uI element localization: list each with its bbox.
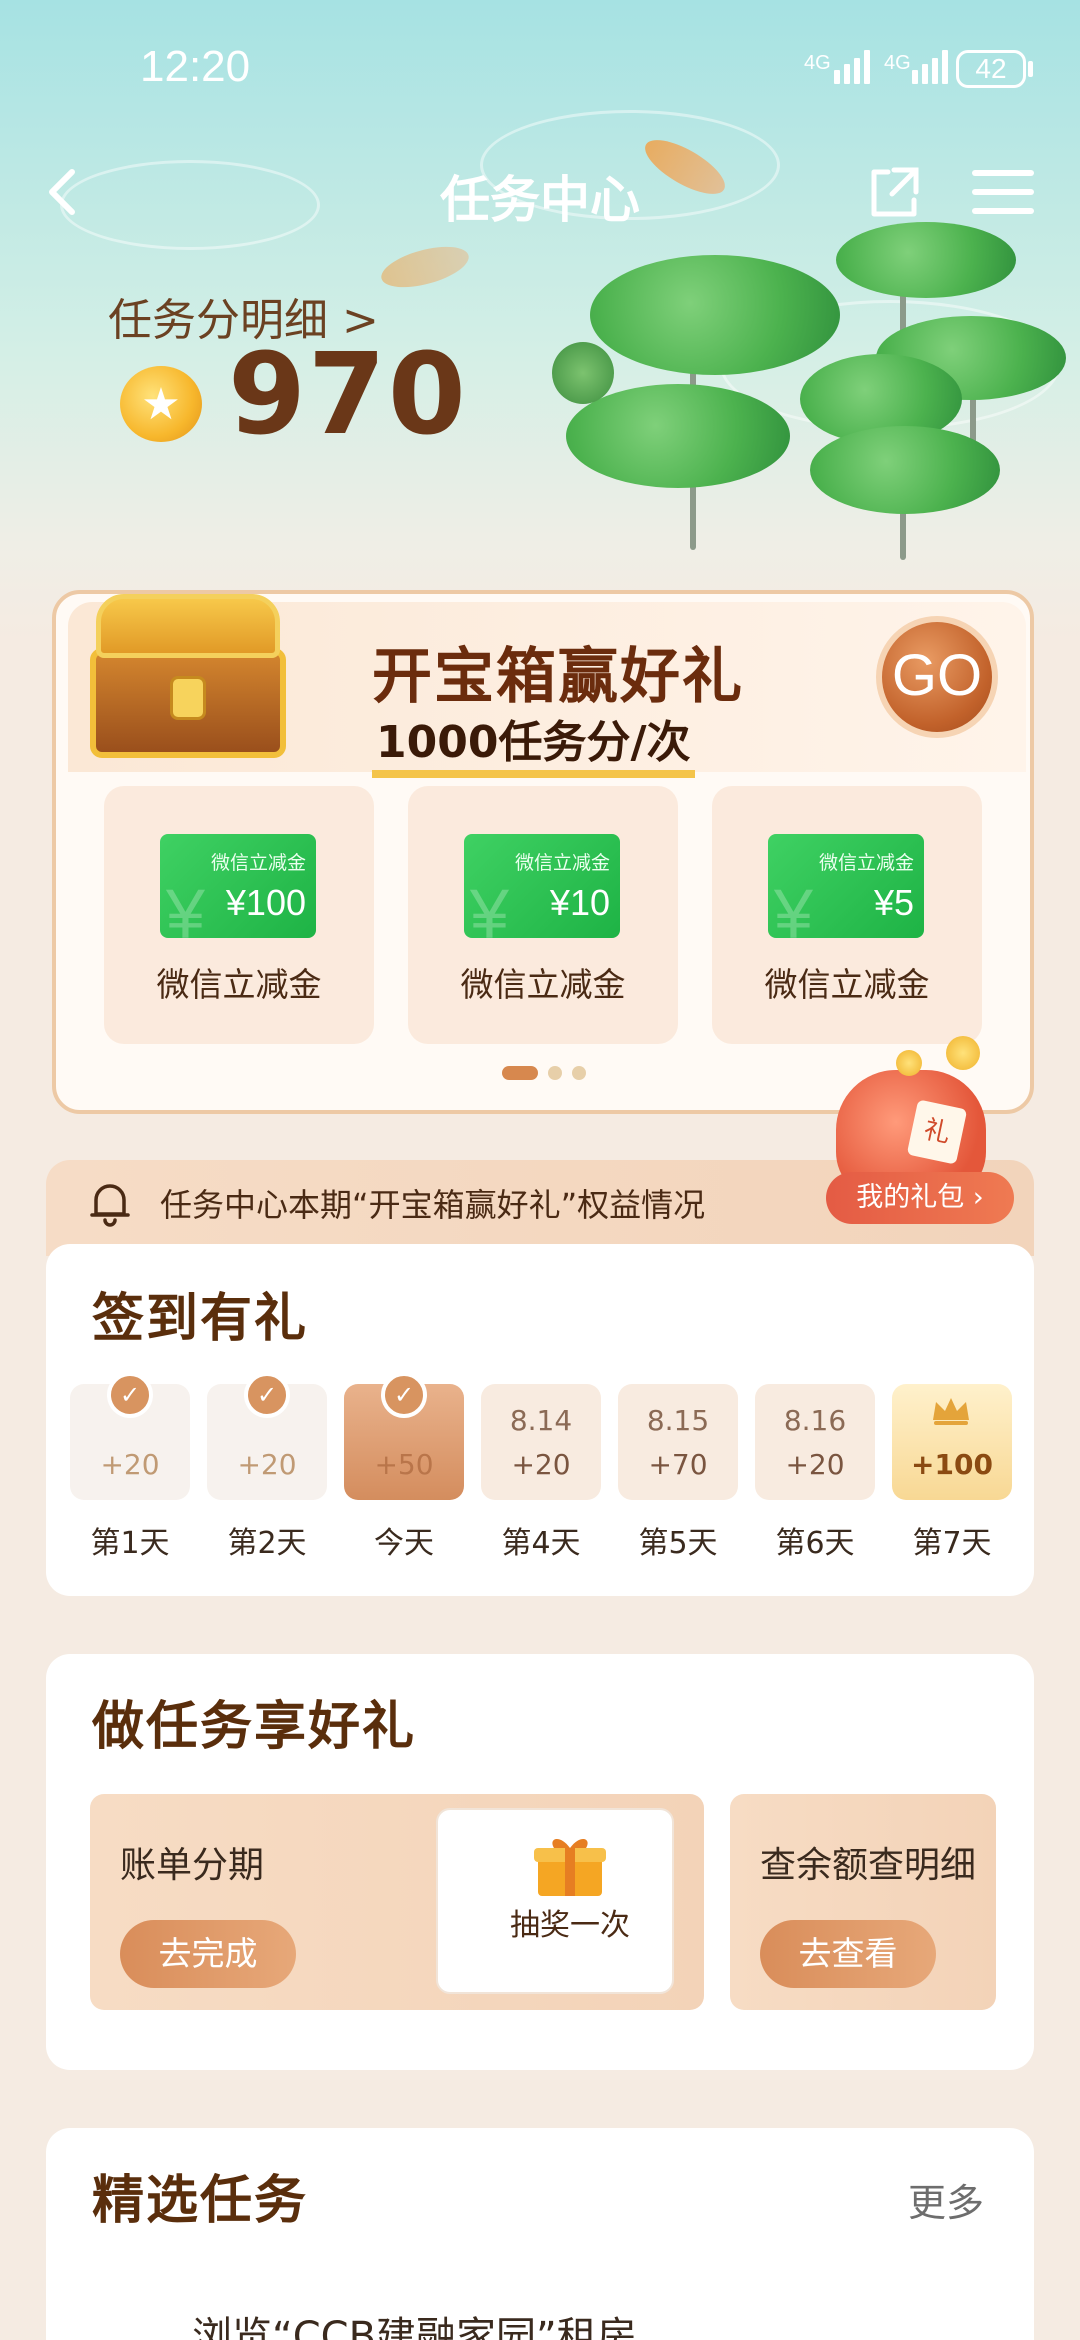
signin-day-label: 第4天: [501, 1526, 581, 1561]
coupon-icon: ¥ 微信立减金 ¥10: [464, 834, 620, 938]
featured-title: 精选任务: [92, 2158, 319, 2233]
task-name: 查余额查明细: [760, 1845, 977, 1886]
coupon-icon: ¥ 微信立减金 ¥5: [768, 834, 924, 938]
signin-day[interactable]: 8.16 +20: [755, 1384, 875, 1500]
prize-name: 微信立减金: [460, 965, 626, 1004]
treasure-chest-icon: [90, 586, 286, 758]
prize-name: 微信立减金: [764, 965, 930, 1004]
gift-box-icon: [534, 1838, 606, 1896]
treasure-cost: 1000任务分/次: [372, 706, 695, 778]
bell-icon: [88, 1178, 132, 1228]
signin-day-label: 第5天: [638, 1526, 718, 1561]
chevron-left-icon: [49, 169, 75, 215]
signin-title: 签到有礼: [92, 1276, 319, 1351]
signal-icon: [834, 50, 870, 84]
my-gifts-button[interactable]: 我的礼包 ›: [826, 1172, 1014, 1224]
carousel-dot-active: [502, 1066, 538, 1080]
carousel-dot: [548, 1066, 562, 1080]
lotus-leaf: [590, 255, 840, 375]
notice-text[interactable]: 任务中心本期“开宝箱赢好礼”权益情况: [160, 1180, 705, 1226]
complete-task-button[interactable]: 去完成: [120, 1920, 296, 1988]
carousel-dot: [572, 1066, 586, 1080]
prize-card[interactable]: ¥ 微信立减金 ¥5 微信立减金: [712, 786, 982, 1044]
status-time: 12:20: [140, 42, 251, 91]
network-type-2: 4G: [884, 52, 911, 74]
signin-day-label: 第7天: [912, 1526, 992, 1561]
coupon-icon: ¥ 微信立减金 ¥100: [160, 834, 316, 938]
network-type-1: 4G: [804, 52, 831, 74]
signin-day-label: 今天: [374, 1526, 434, 1561]
treasure-title: 开宝箱赢好礼: [372, 642, 744, 712]
menu-button[interactable]: [972, 170, 1034, 220]
carousel-dots: [502, 1066, 586, 1080]
prize-card[interactable]: ¥ 微信立减金 ¥100 微信立减金: [104, 786, 374, 1044]
signin-day-label: 第2天: [227, 1526, 307, 1561]
battery-tip: [1028, 61, 1033, 77]
check-icon: ✓: [244, 1372, 290, 1418]
more-link[interactable]: 更多: [908, 2172, 984, 2227]
share-icon: [871, 167, 919, 217]
status-bar: 12:20 4G 4G 42: [0, 0, 1080, 140]
battery-icon: 42: [956, 50, 1026, 88]
check-icon: ✓: [107, 1372, 153, 1418]
signin-day-label: 第6天: [775, 1526, 855, 1561]
menu-icon-line: [972, 170, 1034, 176]
points-value: 970: [228, 330, 468, 460]
menu-icon-line: [972, 189, 1034, 195]
coin-icon: ★: [120, 366, 202, 442]
lotus-leaf: [836, 222, 1016, 298]
check-icon: ✓: [381, 1372, 427, 1418]
signin-day[interactable]: 8.15 +70: [618, 1384, 738, 1500]
prize-card[interactable]: ¥ 微信立减金 ¥10 微信立减金: [408, 786, 678, 1044]
go-button[interactable]: GO: [876, 616, 998, 738]
menu-icon-line: [972, 208, 1034, 214]
reward-text: 抽奖一次: [510, 1908, 630, 1943]
signin-day[interactable]: 8.14 +20: [481, 1384, 601, 1500]
lotus-seedpod: [552, 342, 614, 404]
view-task-button[interactable]: 去查看: [760, 1920, 936, 1988]
crown-icon: [933, 1398, 969, 1425]
featured-task-item[interactable]: 浏览“CCB建融家园”租房: [192, 2304, 637, 2340]
signal-icon: [912, 50, 948, 84]
back-button[interactable]: [40, 160, 90, 220]
prize-name: 微信立减金: [156, 965, 322, 1004]
signin-day-label: 第1天: [90, 1526, 170, 1561]
task-name: 账单分期: [120, 1845, 265, 1886]
lotus-leaf: [810, 426, 1000, 514]
koi-fish: [377, 238, 473, 296]
lotus-leaf: [566, 384, 790, 488]
share-button[interactable]: [866, 164, 922, 220]
tasks-title: 做任务享好礼: [92, 1684, 427, 1759]
